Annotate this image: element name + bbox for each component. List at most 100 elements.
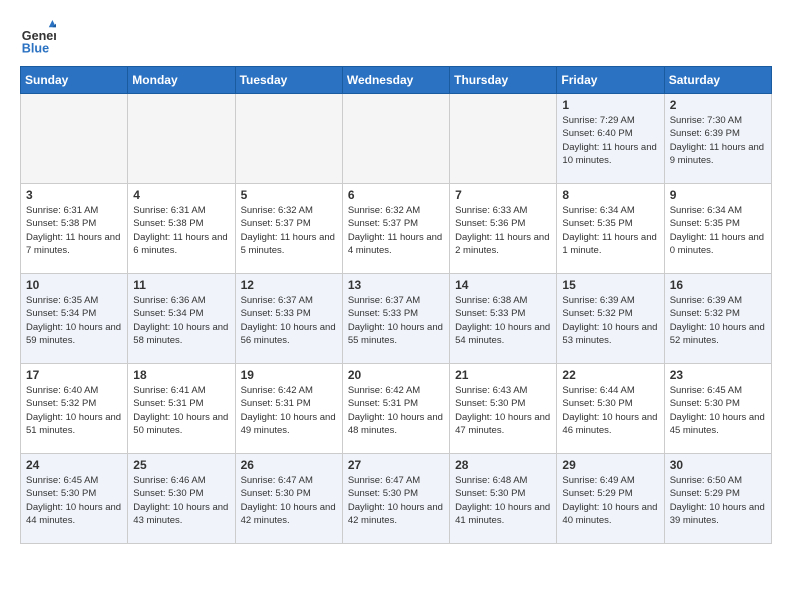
week-row-4: 17 Sunrise: 6:40 AMSunset: 5:32 PMDayligh… <box>21 364 772 454</box>
day-number: 18 <box>133 368 229 382</box>
header-monday: Monday <box>128 67 235 94</box>
day-number: 14 <box>455 278 551 292</box>
day-info: Sunrise: 6:36 AMSunset: 5:34 PMDaylight:… <box>133 294 229 347</box>
day-number: 7 <box>455 188 551 202</box>
day-info: Sunrise: 6:39 AMSunset: 5:32 PMDaylight:… <box>670 294 766 347</box>
day-cell <box>21 94 128 184</box>
day-cell: 22 Sunrise: 6:44 AMSunset: 5:30 PMDayligh… <box>557 364 664 454</box>
day-number: 8 <box>562 188 658 202</box>
logo-icon: General Blue <box>20 20 56 56</box>
day-number: 4 <box>133 188 229 202</box>
day-cell: 10 Sunrise: 6:35 AMSunset: 5:34 PMDayligh… <box>21 274 128 364</box>
day-cell: 6 Sunrise: 6:32 AMSunset: 5:37 PMDaylight… <box>342 184 449 274</box>
calendar-header-row: SundayMondayTuesdayWednesdayThursdayFrid… <box>21 67 772 94</box>
day-info: Sunrise: 6:44 AMSunset: 5:30 PMDaylight:… <box>562 384 658 437</box>
day-info: Sunrise: 6:40 AMSunset: 5:32 PMDaylight:… <box>26 384 122 437</box>
day-info: Sunrise: 6:48 AMSunset: 5:30 PMDaylight:… <box>455 474 551 527</box>
day-cell: 28 Sunrise: 6:48 AMSunset: 5:30 PMDayligh… <box>450 454 557 544</box>
day-info: Sunrise: 6:47 AMSunset: 5:30 PMDaylight:… <box>241 474 337 527</box>
day-number: 10 <box>26 278 122 292</box>
header-saturday: Saturday <box>664 67 771 94</box>
day-number: 9 <box>670 188 766 202</box>
day-cell: 9 Sunrise: 6:34 AMSunset: 5:35 PMDaylight… <box>664 184 771 274</box>
day-cell <box>128 94 235 184</box>
day-cell: 17 Sunrise: 6:40 AMSunset: 5:32 PMDayligh… <box>21 364 128 454</box>
day-info: Sunrise: 6:34 AMSunset: 5:35 PMDaylight:… <box>562 204 658 257</box>
day-cell: 26 Sunrise: 6:47 AMSunset: 5:30 PMDayligh… <box>235 454 342 544</box>
day-info: Sunrise: 6:47 AMSunset: 5:30 PMDaylight:… <box>348 474 444 527</box>
day-number: 15 <box>562 278 658 292</box>
day-cell: 15 Sunrise: 6:39 AMSunset: 5:32 PMDayligh… <box>557 274 664 364</box>
day-cell: 1 Sunrise: 7:29 AMSunset: 6:40 PMDaylight… <box>557 94 664 184</box>
day-info: Sunrise: 7:30 AMSunset: 6:39 PMDaylight:… <box>670 114 766 167</box>
day-number: 17 <box>26 368 122 382</box>
day-info: Sunrise: 6:45 AMSunset: 5:30 PMDaylight:… <box>670 384 766 437</box>
week-row-1: 1 Sunrise: 7:29 AMSunset: 6:40 PMDaylight… <box>21 94 772 184</box>
day-cell: 27 Sunrise: 6:47 AMSunset: 5:30 PMDayligh… <box>342 454 449 544</box>
day-info: Sunrise: 6:35 AMSunset: 5:34 PMDaylight:… <box>26 294 122 347</box>
day-cell: 5 Sunrise: 6:32 AMSunset: 5:37 PMDaylight… <box>235 184 342 274</box>
day-info: Sunrise: 6:38 AMSunset: 5:33 PMDaylight:… <box>455 294 551 347</box>
day-cell <box>450 94 557 184</box>
day-info: Sunrise: 6:39 AMSunset: 5:32 PMDaylight:… <box>562 294 658 347</box>
day-cell: 16 Sunrise: 6:39 AMSunset: 5:32 PMDayligh… <box>664 274 771 364</box>
day-info: Sunrise: 7:29 AMSunset: 6:40 PMDaylight:… <box>562 114 658 167</box>
day-number: 5 <box>241 188 337 202</box>
day-cell: 20 Sunrise: 6:42 AMSunset: 5:31 PMDayligh… <box>342 364 449 454</box>
day-cell: 14 Sunrise: 6:38 AMSunset: 5:33 PMDayligh… <box>450 274 557 364</box>
day-number: 23 <box>670 368 766 382</box>
day-info: Sunrise: 6:34 AMSunset: 5:35 PMDaylight:… <box>670 204 766 257</box>
day-number: 22 <box>562 368 658 382</box>
day-info: Sunrise: 6:31 AMSunset: 5:38 PMDaylight:… <box>26 204 122 257</box>
day-info: Sunrise: 6:37 AMSunset: 5:33 PMDaylight:… <box>348 294 444 347</box>
svg-text:Blue: Blue <box>22 41 49 55</box>
day-number: 21 <box>455 368 551 382</box>
day-cell: 4 Sunrise: 6:31 AMSunset: 5:38 PMDaylight… <box>128 184 235 274</box>
day-cell <box>235 94 342 184</box>
header-friday: Friday <box>557 67 664 94</box>
day-number: 12 <box>241 278 337 292</box>
day-info: Sunrise: 6:43 AMSunset: 5:30 PMDaylight:… <box>455 384 551 437</box>
day-info: Sunrise: 6:41 AMSunset: 5:31 PMDaylight:… <box>133 384 229 437</box>
day-cell <box>342 94 449 184</box>
day-cell: 23 Sunrise: 6:45 AMSunset: 5:30 PMDayligh… <box>664 364 771 454</box>
day-cell: 21 Sunrise: 6:43 AMSunset: 5:30 PMDayligh… <box>450 364 557 454</box>
header-wednesday: Wednesday <box>342 67 449 94</box>
day-cell: 24Sunrise: 6:45 AMSunset: 5:30 PMDayligh… <box>21 454 128 544</box>
day-number: 28 <box>455 458 551 472</box>
day-number: 24 <box>26 458 122 472</box>
header-thursday: Thursday <box>450 67 557 94</box>
day-number: 13 <box>348 278 444 292</box>
day-cell: 3 Sunrise: 6:31 AMSunset: 5:38 PMDaylight… <box>21 184 128 274</box>
day-cell: 30Sunrise: 6:50 AMSunset: 5:29 PMDayligh… <box>664 454 771 544</box>
day-number: 1 <box>562 98 658 112</box>
day-info: Sunrise: 6:42 AMSunset: 5:31 PMDaylight:… <box>241 384 337 437</box>
day-info: Sunrise: 6:49 AMSunset: 5:29 PMDaylight:… <box>562 474 658 527</box>
logo: General Blue <box>20 20 60 56</box>
day-number: 16 <box>670 278 766 292</box>
day-number: 3 <box>26 188 122 202</box>
day-cell: 11 Sunrise: 6:36 AMSunset: 5:34 PMDayligh… <box>128 274 235 364</box>
header-tuesday: Tuesday <box>235 67 342 94</box>
day-cell: 7 Sunrise: 6:33 AMSunset: 5:36 PMDaylight… <box>450 184 557 274</box>
day-number: 20 <box>348 368 444 382</box>
day-info: Sunrise: 6:31 AMSunset: 5:38 PMDaylight:… <box>133 204 229 257</box>
day-number: 11 <box>133 278 229 292</box>
calendar-table: SundayMondayTuesdayWednesdayThursdayFrid… <box>20 66 772 544</box>
day-cell: 12Sunrise: 6:37 AMSunset: 5:33 PMDayligh… <box>235 274 342 364</box>
day-number: 30 <box>670 458 766 472</box>
week-row-5: 24Sunrise: 6:45 AMSunset: 5:30 PMDayligh… <box>21 454 772 544</box>
day-info: Sunrise: 6:32 AMSunset: 5:37 PMDaylight:… <box>348 204 444 257</box>
day-info: Sunrise: 6:33 AMSunset: 5:36 PMDaylight:… <box>455 204 551 257</box>
page-header: General Blue <box>20 20 772 56</box>
day-cell: 25 Sunrise: 6:46 AMSunset: 5:30 PMDayligh… <box>128 454 235 544</box>
day-number: 6 <box>348 188 444 202</box>
day-info: Sunrise: 6:32 AMSunset: 5:37 PMDaylight:… <box>241 204 337 257</box>
day-number: 27 <box>348 458 444 472</box>
day-info: Sunrise: 6:46 AMSunset: 5:30 PMDaylight:… <box>133 474 229 527</box>
day-number: 26 <box>241 458 337 472</box>
day-cell: 18 Sunrise: 6:41 AMSunset: 5:31 PMDayligh… <box>128 364 235 454</box>
week-row-3: 10 Sunrise: 6:35 AMSunset: 5:34 PMDayligh… <box>21 274 772 364</box>
day-number: 25 <box>133 458 229 472</box>
day-info: Sunrise: 6:42 AMSunset: 5:31 PMDaylight:… <box>348 384 444 437</box>
